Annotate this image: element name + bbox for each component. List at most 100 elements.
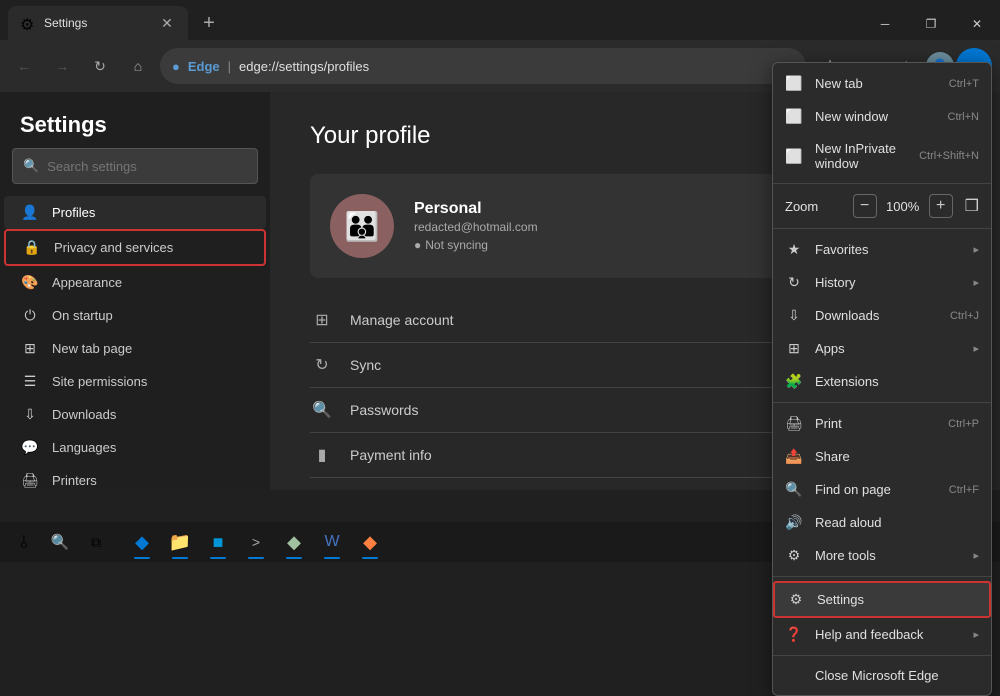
- settings-menu-icon: ⚙: [787, 591, 805, 608]
- sidebar-item-label-site-permissions: Site permissions: [52, 374, 147, 389]
- menu-item-help[interactable]: ❓ Help and feedback ▸: [773, 618, 991, 651]
- address-url: edge://settings/profiles: [239, 59, 369, 74]
- tab-favicon: ⚙: [20, 15, 36, 31]
- menu-item-read-aloud[interactable]: 🔊 Read aloud: [773, 506, 991, 539]
- address-brand: Edge: [188, 59, 220, 74]
- menu-item-print-shortcut: Ctrl+P: [948, 418, 979, 430]
- find-menu-icon: 🔍: [785, 481, 803, 498]
- search-button[interactable]: 🔍: [44, 526, 76, 558]
- zoom-label: Zoom: [785, 199, 845, 214]
- menu-item-extensions[interactable]: 🧩 Extensions: [773, 365, 991, 398]
- sidebar-item-site-permissions[interactable]: ☰ Site permissions: [4, 365, 266, 398]
- settings-tab[interactable]: ⚙ Settings ✕: [8, 6, 188, 40]
- taskbar-app-word[interactable]: W: [314, 524, 350, 560]
- menu-item-inprivate[interactable]: ⬜ New InPrivate window Ctrl+Shift+N: [773, 133, 991, 179]
- menu-item-close-edge-label: Close Microsoft Edge: [815, 668, 979, 683]
- menu-item-new-window[interactable]: ⬜ New window Ctrl+N: [773, 100, 991, 133]
- task-view-button[interactable]: ⧉: [80, 526, 112, 558]
- menu-item-new-tab[interactable]: ⬜ New tab Ctrl+T: [773, 67, 991, 100]
- zoom-minus-button[interactable]: −: [853, 194, 877, 218]
- taskbar-app-store[interactable]: ■: [200, 524, 236, 560]
- tab-title: Settings: [44, 16, 150, 30]
- sync-icon: ●: [414, 238, 421, 252]
- print-menu-icon: 🖨: [785, 415, 803, 432]
- minimize-button[interactable]: ─: [862, 8, 908, 40]
- taskbar-app-game[interactable]: ◆: [276, 524, 312, 560]
- more-tools-menu-icon: ⚙: [785, 547, 803, 564]
- sidebar-item-label-downloads: Downloads: [52, 407, 116, 422]
- menu-item-favorites-label: Favorites: [815, 242, 961, 257]
- menu-item-more-tools[interactable]: ⚙ More tools ▸: [773, 539, 991, 572]
- refresh-button[interactable]: ↻: [84, 50, 116, 82]
- help-arrow: ▸: [973, 628, 979, 641]
- read-aloud-menu-icon: 🔊: [785, 514, 803, 531]
- apps-menu-icon: ⊞: [785, 340, 803, 357]
- sidebar-item-privacy-services[interactable]: 🔒 Privacy and services: [4, 229, 266, 266]
- menu-item-downloads-shortcut: Ctrl+J: [950, 310, 979, 322]
- sidebar-item-downloads[interactable]: ⇩ Downloads: [4, 398, 266, 431]
- menu-separator-1: [773, 183, 991, 184]
- search-settings-input[interactable]: [47, 159, 247, 174]
- menu-item-inprivate-shortcut: Ctrl+Shift+N: [919, 150, 979, 162]
- menu-item-new-window-label: New window: [815, 109, 936, 124]
- menu-item-share[interactable]: 📤 Share: [773, 440, 991, 473]
- extensions-menu-icon: 🧩: [785, 373, 803, 390]
- new-tab-button[interactable]: +: [192, 6, 226, 40]
- zoom-plus-button[interactable]: +: [929, 194, 953, 218]
- sidebar-item-label-languages: Languages: [52, 440, 116, 455]
- manage-account-label: Manage account: [350, 312, 454, 328]
- start-button[interactable]: ⫰: [8, 526, 40, 558]
- menu-item-print[interactable]: 🖨 Print Ctrl+P: [773, 407, 991, 440]
- menu-item-favorites[interactable]: ★ Favorites ▸: [773, 233, 991, 266]
- taskbar-app-misc[interactable]: ◆: [352, 524, 388, 560]
- taskbar-app-edge[interactable]: ◆: [124, 524, 160, 560]
- languages-icon: 💬: [20, 439, 40, 456]
- share-menu-icon: 📤: [785, 448, 803, 465]
- address-input-wrap[interactable]: ● Edge | edge://settings/profiles: [160, 48, 806, 84]
- sidebar-item-profiles[interactable]: 👤 Profiles: [4, 196, 266, 229]
- forward-button[interactable]: →: [46, 50, 78, 82]
- zoom-row: Zoom − 100% + ❒: [773, 188, 991, 224]
- apps-arrow: ▸: [973, 342, 979, 355]
- sidebar-item-appearance[interactable]: 🎨 Appearance: [4, 266, 266, 299]
- menu-item-inprivate-label: New InPrivate window: [815, 141, 907, 171]
- menu-item-read-aloud-label: Read aloud: [815, 515, 979, 530]
- sidebar-item-printers[interactable]: 🖨 Printers: [4, 464, 266, 490]
- sidebar-item-label-new-tab: New tab page: [52, 341, 132, 356]
- favorites-arrow: ▸: [973, 243, 979, 256]
- tab-close-button[interactable]: ✕: [158, 14, 176, 32]
- sidebar-item-label-printers: Printers: [52, 473, 97, 488]
- back-button[interactable]: ←: [8, 50, 40, 82]
- menu-item-downloads[interactable]: ⇩ Downloads Ctrl+J: [773, 299, 991, 332]
- sidebar-item-on-startup[interactable]: ⏻ On startup: [4, 299, 266, 332]
- close-button[interactable]: ✕: [954, 8, 1000, 40]
- menu-item-apps-label: Apps: [815, 341, 961, 356]
- menu-item-history-label: History: [815, 275, 961, 290]
- sync-icon: ↻: [310, 355, 334, 375]
- taskbar-app-terminal[interactable]: >: [238, 524, 274, 560]
- downloads-icon: ⇩: [20, 406, 40, 423]
- lock-icon: ●: [172, 59, 180, 74]
- taskbar-app-explorer[interactable]: 📁: [162, 524, 198, 560]
- menu-item-close-edge[interactable]: Close Microsoft Edge: [773, 660, 991, 691]
- search-icon: 🔍: [23, 158, 39, 174]
- new-window-icon: ⬜: [785, 108, 803, 125]
- menu-item-settings[interactable]: ⚙ Settings: [773, 581, 991, 618]
- menu-item-history[interactable]: ↻ History ▸: [773, 266, 991, 299]
- on-startup-icon: ⏻: [20, 307, 40, 324]
- home-button[interactable]: ⌂: [122, 50, 154, 82]
- menu-item-find[interactable]: 🔍 Find on page Ctrl+F: [773, 473, 991, 506]
- restore-button[interactable]: ❐: [908, 8, 954, 40]
- sidebar-item-new-tab[interactable]: ⊞ New tab page: [4, 332, 266, 365]
- context-menu: ⬜ New tab Ctrl+T ⬜ New window Ctrl+N ⬜ N…: [772, 62, 992, 696]
- search-settings-box[interactable]: 🔍: [12, 148, 258, 184]
- menu-item-apps[interactable]: ⊞ Apps ▸: [773, 332, 991, 365]
- profiles-icon: 👤: [20, 204, 40, 221]
- sidebar-item-languages[interactable]: 💬 Languages: [4, 431, 266, 464]
- zoom-fullscreen-button[interactable]: ❒: [965, 196, 979, 216]
- printers-icon: 🖨: [20, 472, 40, 489]
- avatar: 👪: [330, 194, 394, 258]
- sidebar-item-label-startup: On startup: [52, 308, 113, 323]
- privacy-icon: 🔒: [22, 239, 42, 256]
- menu-item-extensions-label: Extensions: [815, 374, 979, 389]
